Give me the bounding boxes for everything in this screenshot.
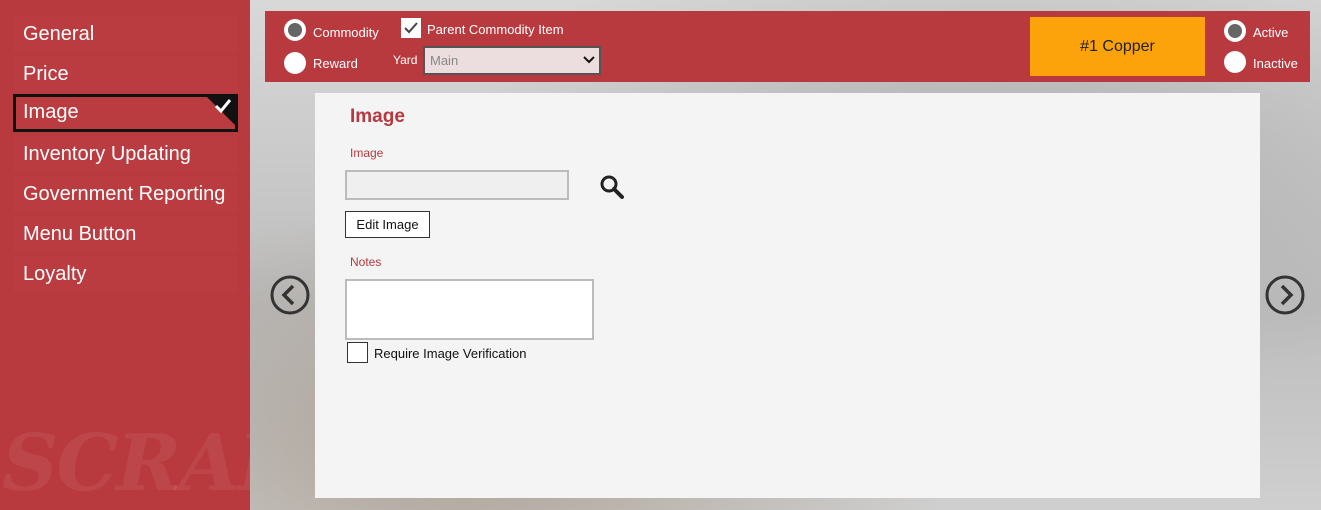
search-icon[interactable] — [599, 174, 625, 200]
sidebar-item-inventory-updating[interactable]: Inventory Updating — [13, 136, 238, 172]
sidebar-item-loyalty[interactable]: Loyalty — [13, 256, 238, 292]
sidebar-item-price[interactable]: Price — [13, 56, 238, 92]
inactive-radio[interactable] — [1224, 51, 1246, 73]
chevron-down-icon — [583, 56, 595, 64]
sidebar-item-label: Menu Button — [23, 223, 137, 245]
top-bar: Commodity Reward Parent Commodity Item Y… — [265, 11, 1310, 82]
sidebar-item-menu-button[interactable]: Menu Button — [13, 216, 238, 252]
chevron-right-circle-icon[interactable] — [1264, 274, 1306, 316]
sidebar-item-label: General — [23, 23, 95, 45]
checkmark-icon — [404, 22, 418, 34]
inactive-label: Inactive — [1253, 56, 1298, 71]
sidebar-item-label: Price — [23, 63, 69, 85]
sidebar-item-government-reporting[interactable]: Government Reporting — [13, 176, 238, 212]
parent-commodity-checkbox[interactable] — [401, 18, 421, 38]
sidebar-watermark: SCRAP — [2, 418, 250, 509]
require-image-verification-checkbox[interactable] — [347, 342, 368, 363]
commodity-radio[interactable] — [284, 19, 306, 41]
sidebar-item-label: Loyalty — [23, 263, 87, 285]
chevron-left-circle-icon[interactable] — [269, 274, 311, 316]
commodity-label: Commodity — [313, 25, 379, 40]
sidebar-item-label: Image — [23, 101, 79, 123]
sidebar-item-image[interactable]: Image — [13, 94, 238, 132]
image-path-input[interactable] — [345, 170, 569, 200]
notes-textarea[interactable] — [345, 279, 594, 340]
notes-field-label: Notes — [350, 255, 382, 269]
reward-label: Reward — [313, 56, 358, 71]
checkmark-icon — [214, 99, 232, 114]
sidebar: SCRAP General Price Image Inventory Upda… — [0, 0, 250, 510]
sidebar-item-general[interactable]: General — [13, 16, 238, 52]
sidebar-item-label: Inventory Updating — [23, 143, 191, 165]
image-field-label: Image — [350, 146, 384, 160]
yard-label: Yard — [393, 53, 418, 67]
item-name-badge: #1 Copper — [1030, 17, 1205, 76]
yard-select[interactable]: Main — [423, 46, 601, 75]
reward-radio[interactable] — [284, 52, 306, 74]
item-name: #1 Copper — [1080, 38, 1155, 55]
edit-image-button[interactable]: Edit Image — [345, 211, 430, 238]
panel-title: Image — [350, 106, 405, 127]
require-image-verification-label: Require Image Verification — [374, 346, 527, 361]
parent-commodity-label: Parent Commodity Item — [427, 22, 564, 37]
image-panel: Image Image Edit Image Notes Require Ima… — [315, 93, 1260, 498]
active-label: Active — [1253, 25, 1289, 40]
active-radio[interactable] — [1224, 20, 1246, 42]
yard-select-value: Main — [430, 53, 459, 68]
sidebar-item-label: Government Reporting — [23, 183, 226, 205]
